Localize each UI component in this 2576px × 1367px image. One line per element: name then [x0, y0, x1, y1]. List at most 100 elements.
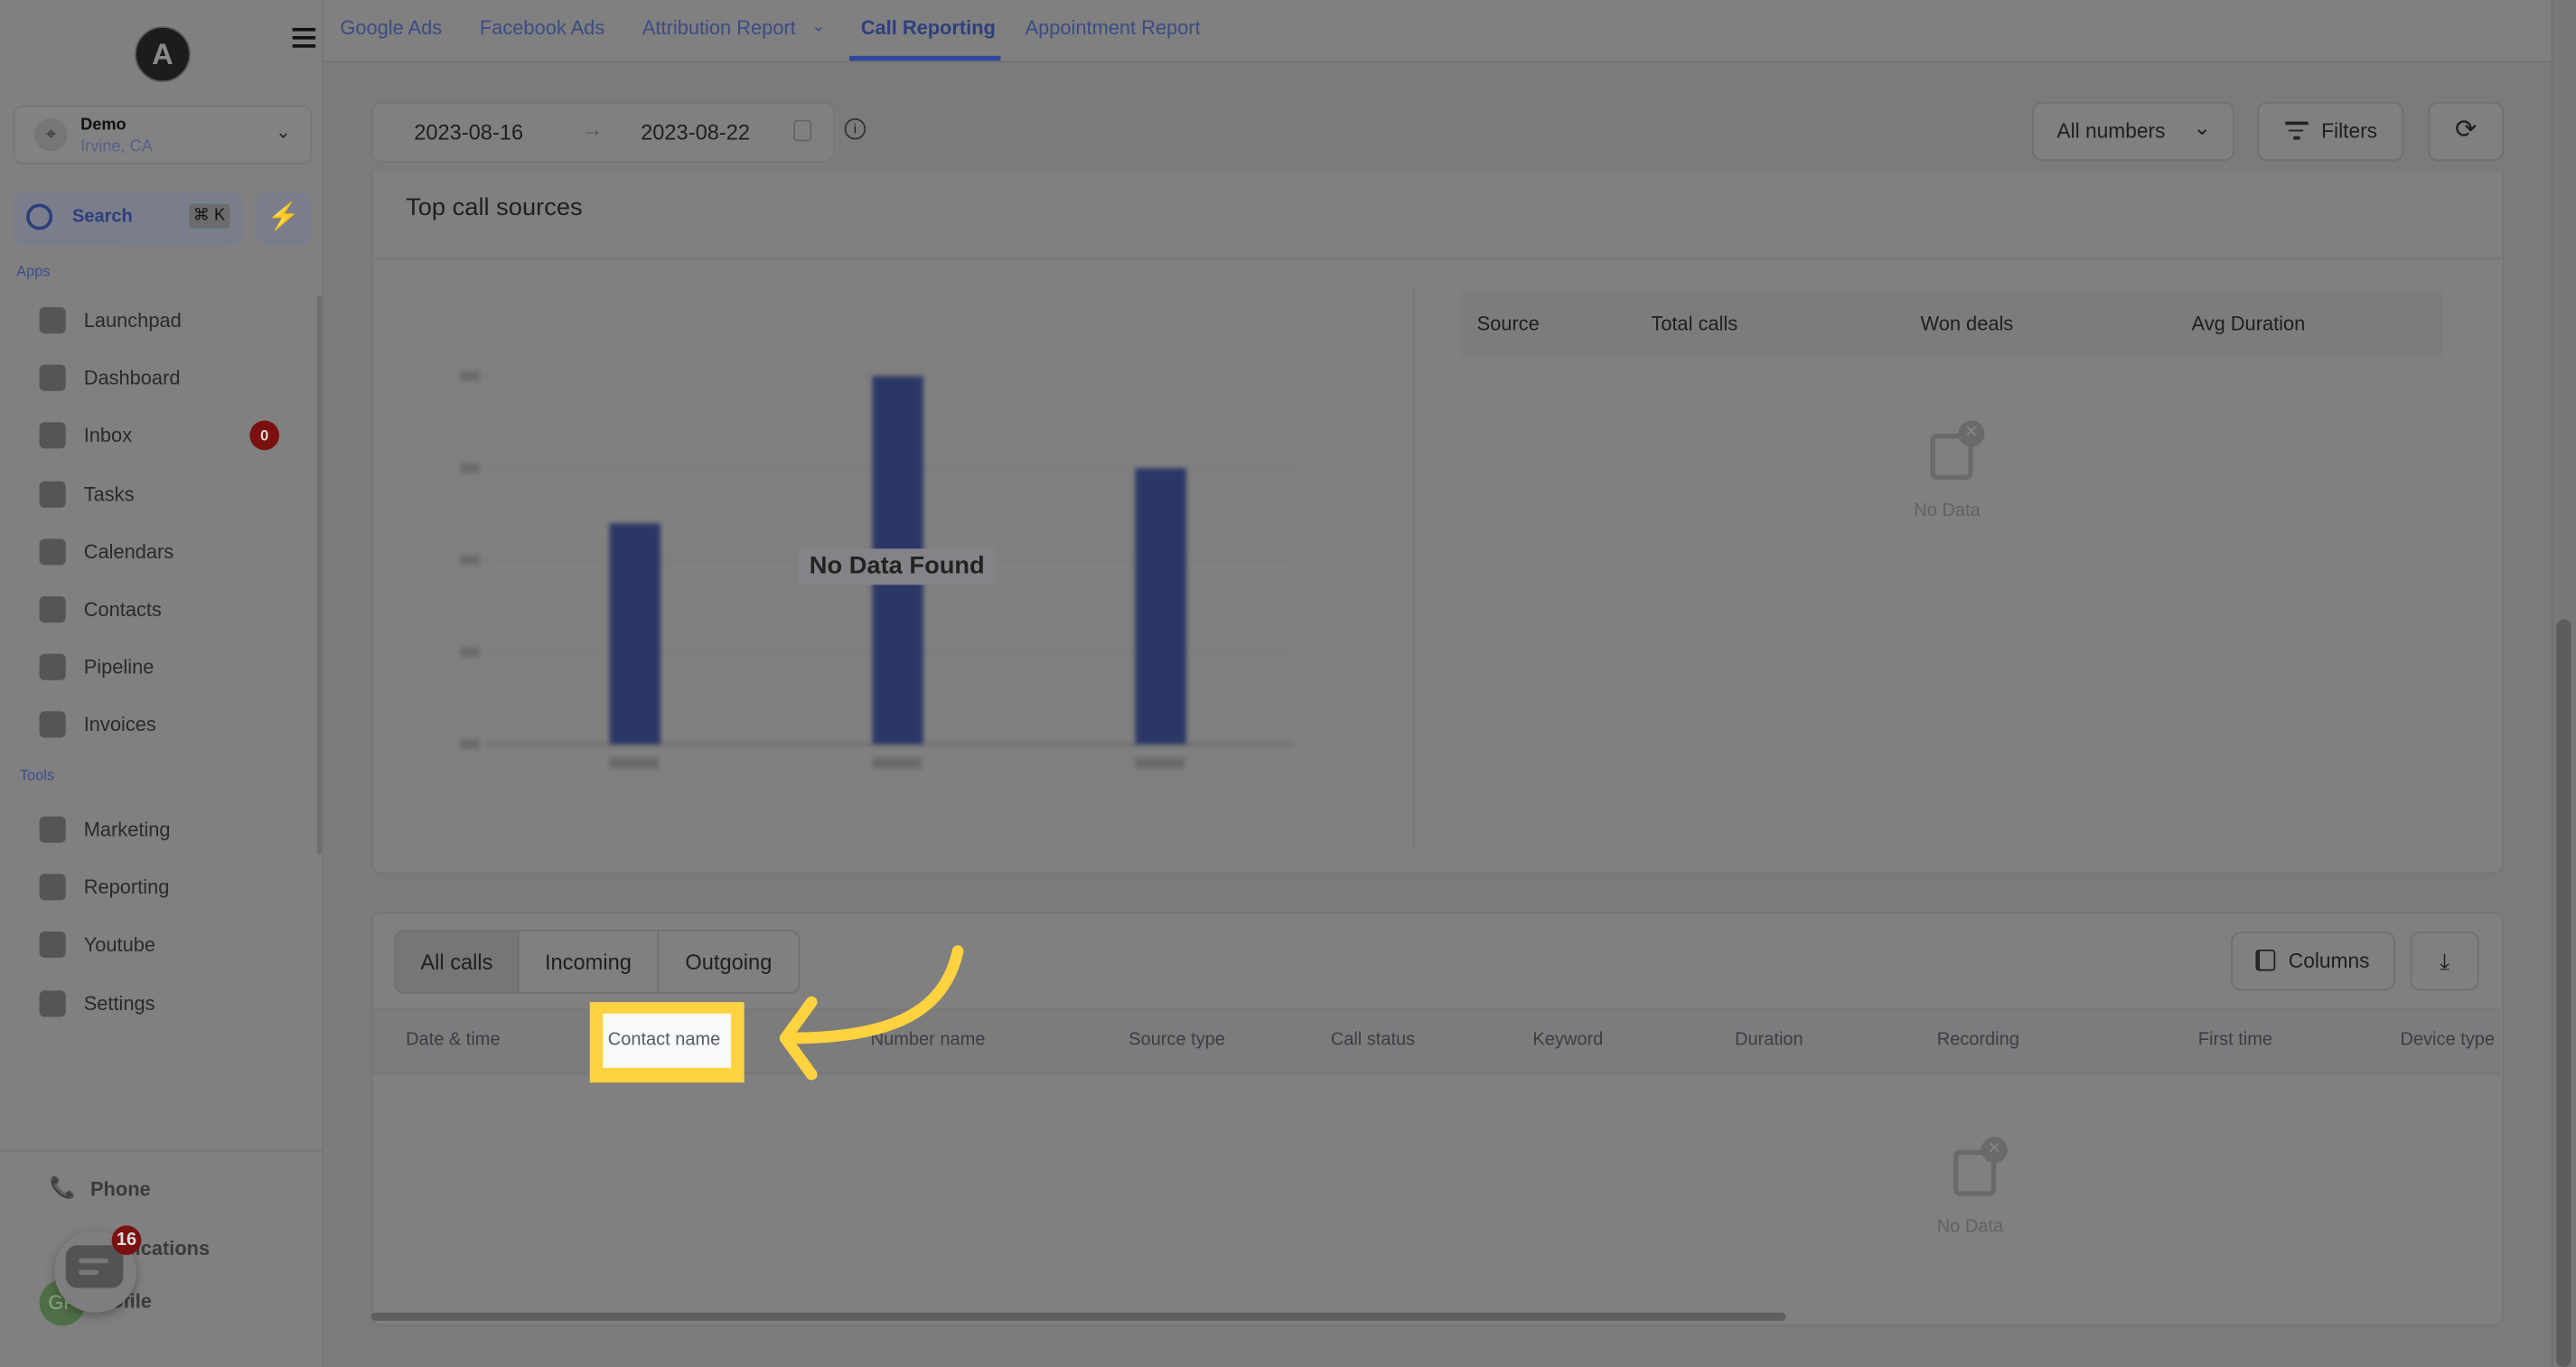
col-contact-name[interactable]: Contact name: [608, 1030, 721, 1050]
tab-appointment-report[interactable]: Appointment Report: [1026, 16, 1201, 39]
sidebar-item-label: Launchpad: [83, 308, 182, 332]
megaphone-icon: [39, 816, 66, 843]
tab-incoming[interactable]: Incoming: [520, 931, 660, 993]
quick-actions-bolt-icon[interactable]: ⚡: [256, 192, 311, 245]
sidebar-item-pipeline[interactable]: Pipeline: [39, 651, 303, 683]
tab-all-calls[interactable]: All calls: [396, 931, 520, 993]
page-scrollbar-thumb[interactable]: [2556, 619, 2571, 1367]
call-type-tabs: All calls Incoming Outgoing: [394, 930, 801, 995]
sidebar-item-settings[interactable]: Settings: [39, 987, 303, 1019]
sidebar-item-label: Tasks: [83, 482, 135, 506]
pie-chart-icon: [39, 874, 66, 901]
empty-state-text: No Data: [1936, 1217, 2004, 1238]
sidebar-item-phone[interactable]: 📞 Phone: [50, 1173, 313, 1205]
sidebar-item-label: Reporting: [83, 875, 170, 899]
dashboard-icon: [39, 364, 66, 392]
rocket-icon: [39, 307, 66, 334]
location-name: Demo: [80, 117, 126, 136]
location-pin-icon: ⌖: [34, 117, 68, 152]
sidebar-item-label: Invoices: [83, 713, 156, 737]
invoice-icon: [39, 712, 66, 739]
sidebar-item-youtube[interactable]: Youtube: [39, 929, 303, 961]
numbers-select[interactable]: All numbers ⌄: [2032, 101, 2234, 162]
filter-icon: [2285, 121, 2309, 139]
filters-button[interactable]: Filters: [2257, 101, 2404, 162]
contacts-icon: [39, 596, 66, 623]
divider: [372, 257, 2501, 260]
columns-button[interactable]: Columns: [2231, 931, 2395, 991]
sidebar-item-marketing[interactable]: Marketing: [39, 813, 303, 846]
pipeline-icon: [39, 654, 66, 681]
no-data-found-overlay: No Data Found: [798, 548, 996, 585]
sidebar-item-label: Settings: [83, 991, 155, 1015]
col-first-time[interactable]: First time: [2198, 1030, 2272, 1050]
col-source: Source: [1476, 312, 1540, 335]
tab-call-reporting[interactable]: Call Reporting: [861, 16, 996, 39]
col-call-status[interactable]: Call status: [1331, 1030, 1415, 1050]
chat-badge: 16: [111, 1225, 142, 1256]
search-icon: [26, 203, 53, 230]
horizontal-scrollbar[interactable]: [370, 1312, 1786, 1321]
col-device-type[interactable]: Device type: [2400, 1030, 2495, 1050]
search-shortcut: ⌘ K: [188, 203, 230, 229]
chat-icon: [65, 1245, 124, 1288]
menu-toggle-icon[interactable]: [292, 27, 316, 51]
search-button[interactable]: Search ⌘ K: [13, 192, 244, 245]
col-date-time[interactable]: Date & time: [406, 1030, 500, 1050]
sidebar-item-calendars[interactable]: Calendars: [39, 535, 303, 567]
sidebar: A ⌖ Demo Irvine, CA ⌄ Search ⌘ K ⚡ Apps …: [0, 0, 324, 1367]
chevron-down-icon: ⌄: [811, 18, 826, 37]
youtube-icon: [39, 932, 66, 959]
col-recording[interactable]: Recording: [1937, 1030, 2019, 1050]
col-keyword[interactable]: Keyword: [1532, 1030, 1603, 1050]
filters-label: Filters: [2321, 119, 2378, 144]
download-icon[interactable]: ⤓: [2410, 931, 2479, 991]
chevron-down-icon: ⌄: [276, 123, 291, 144]
y-tick-label: [460, 647, 480, 658]
x-tick-label: [1135, 757, 1185, 769]
inbox-badge: 0: [249, 421, 280, 451]
pointer-arrow: [779, 945, 964, 1081]
tab-attribution-report[interactable]: Attribution Report: [642, 16, 796, 39]
numbers-select-value: All numbers: [2056, 119, 2166, 144]
tasks-icon: [39, 481, 66, 508]
refresh-icon[interactable]: ⟳: [2428, 101, 2504, 162]
sidebar-item-inbox[interactable]: Inbox 0: [39, 419, 303, 452]
info-icon[interactable]: i: [844, 117, 866, 140]
sidebar-item-launchpad[interactable]: Launchpad: [39, 304, 303, 336]
location-switcher[interactable]: ⌖ Demo Irvine, CA ⌄: [13, 105, 313, 164]
columns-icon: [2255, 949, 2276, 971]
bar: [609, 523, 660, 744]
sidebar-item-dashboard[interactable]: Dashboard: [39, 361, 303, 394]
apps-section-label: Apps: [16, 262, 51, 280]
date-end: 2023-08-22: [641, 119, 751, 145]
sidebar-item-invoices[interactable]: Invoices: [39, 708, 303, 741]
location-city: Irvine, CA: [80, 137, 153, 156]
date-start: 2023-08-16: [414, 119, 524, 145]
arrow-right-icon: →: [581, 117, 604, 142]
search-label: Search: [72, 207, 133, 227]
y-tick-label: [460, 370, 480, 381]
tab-google-ads[interactable]: Google Ads: [340, 16, 442, 39]
logo: A: [135, 26, 191, 82]
sidebar-item-label: Marketing: [83, 818, 171, 841]
calendar-icon: [39, 538, 66, 566]
date-range-picker[interactable]: 2023-08-16 → 2023-08-22: [370, 101, 835, 164]
y-tick-label: [460, 463, 480, 473]
chevron-down-icon: ⌄: [2193, 115, 2212, 140]
empty-inbox-icon: [1930, 420, 1985, 480]
sidebar-item-contacts[interactable]: Contacts: [39, 593, 303, 625]
app: A ⌖ Demo Irvine, CA ⌄ Search ⌘ K ⚡ Apps …: [0, 0, 2576, 1367]
bar: [1135, 468, 1186, 744]
empty-state-text: No Data: [1914, 501, 1981, 521]
sidebar-scrollbar[interactable]: [316, 295, 323, 855]
col-duration[interactable]: Duration: [1735, 1030, 1803, 1050]
empty-inbox-icon: [1953, 1137, 2008, 1196]
sidebar-item-label: Youtube: [83, 933, 156, 957]
sidebar-item-reporting[interactable]: Reporting: [39, 871, 303, 904]
sidebar-item-tasks[interactable]: Tasks: [39, 477, 303, 510]
y-tick-label: [460, 555, 480, 566]
tab-facebook-ads[interactable]: Facebook Ads: [480, 16, 604, 39]
col-source-type[interactable]: Source type: [1129, 1030, 1225, 1050]
gear-icon: [39, 989, 66, 1016]
